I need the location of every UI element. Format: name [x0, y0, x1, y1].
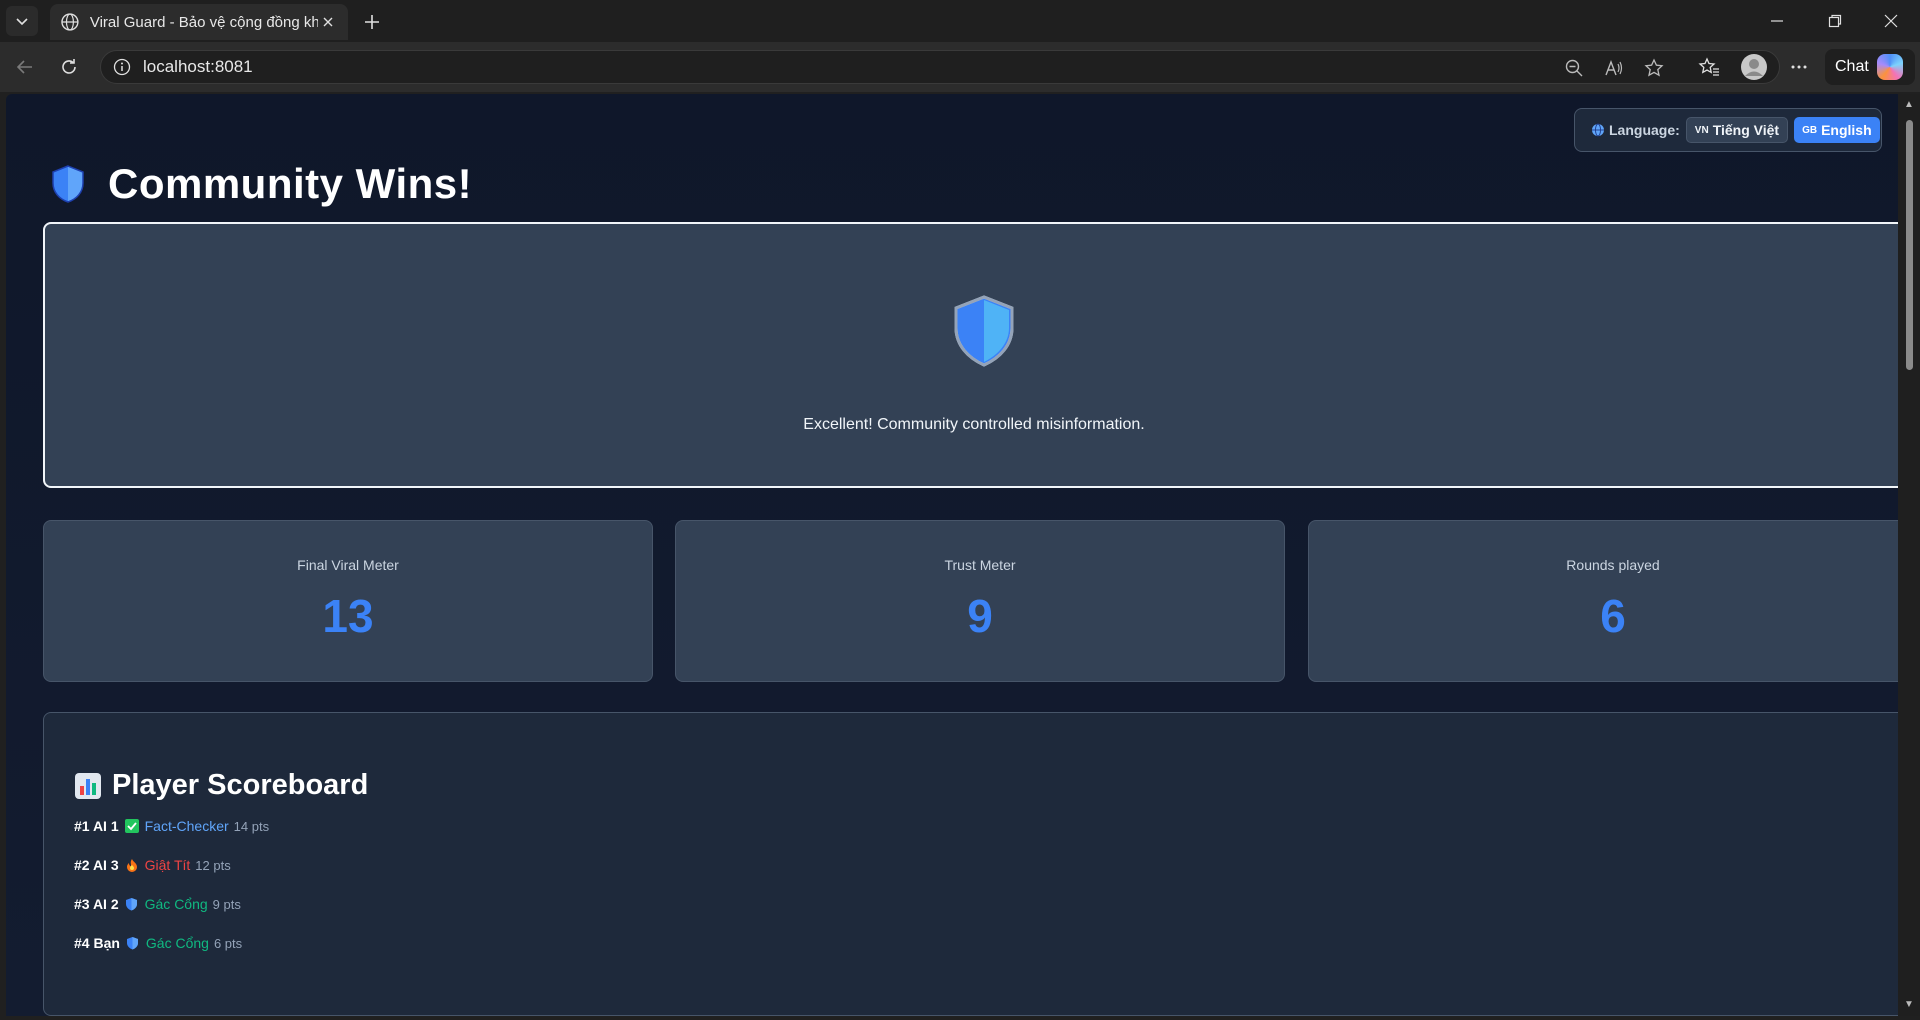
player-points: 6 pts	[213, 935, 243, 951]
player-role: Gác Cổng	[145, 935, 209, 951]
page-viewport: Language: VN Tiếng Việt GB English Commu…	[6, 94, 1898, 1016]
stat-label: Final Viral Meter	[297, 557, 399, 573]
page-title-text: Community Wins!	[108, 160, 473, 207]
stat-label: Trust Meter	[944, 557, 1016, 573]
player-role: Fact-Checker	[144, 818, 229, 834]
browser-tab[interactable]: Viral Guard - Bảo vệ cộng đồng khỏi tin …	[50, 4, 348, 40]
scoreboard-row: #1 AI 1 Fact-Checker 14 pts	[74, 818, 269, 834]
player-rank-name: #1 AI 1	[74, 818, 119, 834]
restore-icon	[1828, 14, 1842, 28]
read-aloud-icon[interactable]	[1603, 57, 1625, 79]
favorites-icon[interactable]	[1694, 52, 1724, 82]
scoreboard-card: Player Scoreboard #1 AI 1 Fact-Checker 1…	[43, 712, 1898, 1016]
page-scrollbar[interactable]: ▲ ▼	[1898, 94, 1920, 1016]
new-tab-button[interactable]	[358, 8, 386, 36]
shield-icon	[954, 295, 1014, 367]
info-icon[interactable]	[113, 58, 131, 76]
language-english-button[interactable]: GB English	[1794, 117, 1880, 143]
more-options-icon[interactable]	[1784, 52, 1814, 82]
player-role: Gác Cổng	[144, 896, 208, 912]
url-text[interactable]: localhost:8081	[143, 57, 253, 77]
language-vietnamese-label: Tiếng Việt	[1712, 122, 1780, 138]
arrow-left-icon	[16, 60, 32, 74]
globe-icon	[1592, 123, 1604, 137]
scoreboard-row: #2 AI 3 Giật Tít 12 pts	[74, 857, 231, 873]
scoreboard-title-text: Player Scoreboard	[112, 769, 369, 801]
stat-card-trust-meter: Trust Meter 9	[675, 520, 1285, 682]
globe-icon	[61, 13, 79, 31]
chevron-down-icon	[16, 18, 28, 26]
shield-icon	[52, 165, 84, 203]
language-label: Language:	[1609, 122, 1680, 138]
fire-icon	[125, 858, 139, 872]
player-role: Giật Tít	[144, 857, 191, 873]
copilot-icon	[1876, 54, 1903, 80]
result-message: Excellent! Community controlled misinfor…	[803, 416, 1145, 433]
scoreboard-row: #4 Bạn Gác Cổng 6 pts	[74, 935, 242, 951]
player-points: 9 pts	[212, 896, 241, 912]
close-window-button[interactable]	[1862, 0, 1920, 42]
gb-flag-icon: GB	[1802, 124, 1818, 136]
player-points: 12 pts	[195, 857, 231, 873]
check-box-icon	[124, 819, 139, 833]
browser-tab-bar: Viral Guard - Bảo vệ cộng đồng khỏi tin …	[0, 0, 1920, 42]
scroll-thumb[interactable]	[1906, 120, 1913, 370]
zoom-out-icon[interactable]	[1563, 57, 1585, 79]
shield-icon	[126, 936, 140, 950]
browser-toolbar: localhost:8081 Chat	[0, 42, 1920, 92]
player-rank-name: #4 Bạn	[74, 935, 120, 951]
favorite-star-icon[interactable]	[1643, 57, 1665, 79]
chat-button[interactable]: Chat	[1825, 49, 1915, 85]
stat-value: 6	[1600, 590, 1626, 642]
stat-label: Rounds played	[1566, 557, 1660, 573]
tab-list-button[interactable]	[6, 6, 38, 36]
profile-avatar-icon[interactable]	[1739, 52, 1769, 82]
reload-icon	[62, 59, 76, 74]
language-english-label: English	[1821, 122, 1872, 138]
close-tab-icon[interactable]	[318, 12, 338, 32]
vn-flag-icon: VN	[1694, 124, 1709, 136]
stat-value: 13	[322, 590, 374, 642]
minimize-icon	[1771, 20, 1783, 22]
player-rank-name: #2 AI 3	[74, 857, 119, 873]
minimize-button[interactable]	[1748, 0, 1806, 42]
tab-title: Viral Guard - Bảo vệ cộng đồng khỏi tin …	[89, 13, 319, 31]
back-button[interactable]	[8, 50, 42, 84]
page-title: Community Wins!	[50, 160, 472, 208]
stat-card-viral-meter: Final Viral Meter 13	[43, 520, 653, 682]
scroll-up-icon[interactable]: ▲	[1903, 100, 1915, 110]
stat-value: 9	[967, 590, 993, 642]
language-switcher: Language: VN Tiếng Việt GB English	[1574, 108, 1882, 152]
player-points: 14 pts	[233, 818, 270, 834]
shield-icon	[125, 897, 139, 911]
address-bar[interactable]: localhost:8081	[100, 50, 1780, 84]
player-rank-name: #3 AI 2	[74, 896, 119, 912]
scoreboard-row: #3 AI 2 Gác Cổng 9 pts	[74, 896, 241, 912]
language-vietnamese-button[interactable]: VN Tiếng Việt	[1685, 117, 1789, 143]
bar-chart-icon	[75, 772, 101, 799]
chat-label: Chat	[1835, 58, 1869, 75]
scroll-down-icon[interactable]: ▼	[1903, 1000, 1915, 1010]
plus-icon	[365, 15, 379, 29]
result-card: Excellent! Community controlled misinfor…	[43, 222, 1898, 488]
restore-button[interactable]	[1806, 0, 1864, 42]
reload-button[interactable]	[52, 50, 86, 84]
close-icon	[1884, 14, 1898, 28]
stat-card-rounds-played: Rounds played 6	[1308, 520, 1898, 682]
scoreboard-title: Player Scoreboard	[74, 769, 368, 802]
